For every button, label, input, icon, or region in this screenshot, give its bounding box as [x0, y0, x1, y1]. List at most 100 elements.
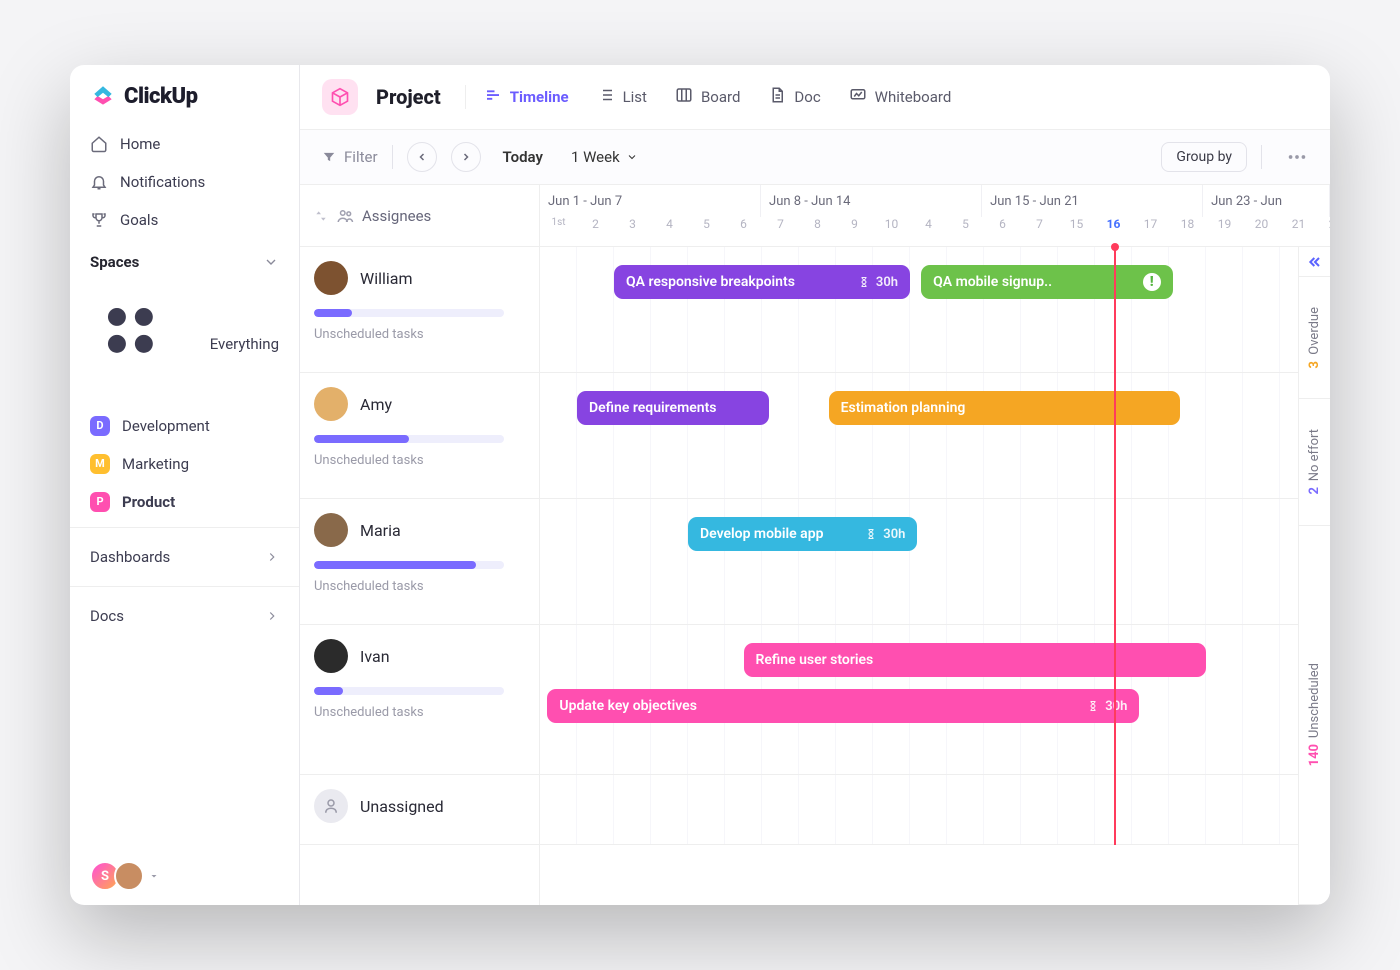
hourglass-icon	[858, 276, 870, 288]
day-header: 20	[1243, 217, 1280, 245]
nav-goals[interactable]: Goals	[70, 201, 299, 239]
task-bar[interactable]: Estimation planning	[829, 391, 1181, 425]
progress-bar	[314, 309, 504, 317]
right-rail: Overdue 3 No effort 2 Unscheduled 140	[1298, 247, 1330, 905]
clickup-logo-icon	[90, 83, 116, 109]
week-header: Jun 23 - Jun	[1203, 185, 1330, 217]
task-bar[interactable]: Define requirements	[577, 391, 769, 425]
chart-header: Jun 1 - Jun 7Jun 8 - Jun 14Jun 15 - Jun …	[540, 185, 1330, 247]
week-header: Jun 15 - Jun 21	[982, 185, 1203, 217]
day-header: 17	[1132, 217, 1169, 245]
week-header: Jun 8 - Jun 14	[761, 185, 982, 217]
assignee-column-header[interactable]: Assignees	[300, 185, 539, 247]
task-label: Estimation planning	[841, 400, 966, 416]
day-header: 9	[836, 217, 873, 245]
more-options-icon[interactable]	[1286, 146, 1308, 168]
unscheduled-label: Unscheduled tasks	[314, 327, 525, 342]
assignee-row[interactable]: AmyUnscheduled tasks	[300, 373, 539, 499]
task-label: Update key objectives	[559, 698, 697, 714]
project-title: Project	[376, 85, 441, 109]
rail-no-effort[interactable]: No effort 2	[1299, 399, 1330, 526]
avatar	[314, 639, 348, 673]
brand-logo[interactable]: ClickUp	[70, 83, 299, 125]
timeline-toolbar: Filter Today 1 Week Group by	[300, 130, 1330, 185]
sidebar-space-product[interactable]: PProduct	[70, 483, 299, 521]
day-header: 3	[614, 217, 651, 245]
unassigned-avatar-icon	[314, 789, 348, 823]
view-tab-doc[interactable]: Doc	[768, 86, 820, 108]
assignee-row[interactable]: William Unscheduled tasks	[300, 247, 539, 373]
rail-overdue[interactable]: Overdue 3	[1299, 277, 1330, 399]
unscheduled-label: Unscheduled tasks	[314, 579, 525, 594]
nav-docs[interactable]: Docs	[70, 593, 299, 639]
view-tab-timeline[interactable]: Timeline	[484, 86, 569, 108]
gantt-lane: Refine user stories Update key objectives…	[540, 625, 1330, 775]
task-bar[interactable]: QA mobile signup..!	[921, 265, 1173, 299]
assignee-row[interactable]: Maria Unscheduled tasks	[300, 499, 539, 625]
day-header: 6	[984, 217, 1021, 245]
board-icon	[675, 86, 693, 108]
rail-unscheduled[interactable]: Unscheduled 140	[1299, 526, 1330, 905]
task-bar[interactable]: Update key objectives30h	[547, 689, 1139, 723]
view-tab-board[interactable]: Board	[675, 86, 740, 108]
chevron-right-icon	[265, 550, 279, 564]
unscheduled-label: Unscheduled tasks	[314, 453, 525, 468]
space-chip-icon: P	[90, 492, 110, 512]
assignee-row[interactable]: Unassigned	[300, 775, 539, 845]
home-icon	[90, 135, 108, 153]
gantt-chart: Jun 1 - Jun 7Jun 8 - Jun 14Jun 15 - Jun …	[540, 185, 1330, 905]
next-period-button[interactable]	[451, 142, 481, 172]
task-bar[interactable]: Develop mobile app 30h	[688, 517, 917, 551]
unscheduled-label: Unscheduled tasks	[314, 705, 525, 720]
cube-icon	[330, 87, 350, 107]
spaces-header[interactable]: Spaces	[70, 239, 299, 281]
today-indicator-line	[1114, 247, 1116, 845]
day-header: 6	[725, 217, 762, 245]
brand-name: ClickUp	[124, 84, 198, 109]
task-label: QA responsive breakpoints	[626, 274, 795, 290]
day-header: 23	[1317, 217, 1330, 245]
assignee-name: William	[360, 269, 413, 288]
assignee-column: Assignees WilliamUnscheduled tasksAmyUns…	[300, 185, 540, 905]
group-by-button[interactable]: Group by	[1161, 142, 1247, 172]
view-tab-list[interactable]: List	[597, 86, 647, 108]
gantt-lane: Define requirements Estimation planning	[540, 373, 1330, 499]
task-label: Develop mobile app	[700, 526, 823, 542]
day-header: 18	[1169, 217, 1206, 245]
nav-notifications[interactable]: Notifications	[70, 163, 299, 201]
assignee-name: Maria	[360, 521, 401, 540]
view-tab-whiteboard[interactable]: Whiteboard	[849, 86, 952, 108]
day-header: 19	[1206, 217, 1243, 245]
sidebar-space-marketing[interactable]: MMarketing	[70, 445, 299, 483]
sidebar-space-development[interactable]: DDevelopment	[70, 407, 299, 445]
day-header: 21	[1280, 217, 1317, 245]
rail-collapse-button[interactable]	[1299, 247, 1330, 277]
prev-period-button[interactable]	[407, 142, 437, 172]
assignee-row[interactable]: IvanUnscheduled tasks	[300, 625, 539, 775]
nav-dashboards[interactable]: Dashboards	[70, 534, 299, 580]
task-bar[interactable]: Refine user stories	[744, 643, 1207, 677]
day-header: 7	[762, 217, 799, 245]
day-header: 8	[799, 217, 836, 245]
bell-icon	[90, 173, 108, 191]
nav-home[interactable]: Home	[70, 125, 299, 163]
task-label: Define requirements	[589, 400, 717, 416]
progress-bar	[314, 687, 504, 695]
filter-button[interactable]: Filter	[322, 148, 378, 166]
chevron-down-icon	[626, 151, 638, 163]
range-selector[interactable]: 1 Week	[571, 148, 638, 166]
task-label: QA mobile signup..	[933, 274, 1052, 290]
chevron-left-icon	[416, 151, 428, 163]
caret-down-icon	[148, 870, 160, 882]
task-bar[interactable]: QA responsive breakpoints 30h	[614, 265, 910, 299]
day-header: 16	[1095, 217, 1132, 245]
whiteboard-icon	[849, 86, 867, 108]
sidebar-item-everything[interactable]: Everything	[70, 281, 299, 407]
task-hours: 30h	[858, 275, 898, 290]
assignee-name: Unassigned	[360, 797, 444, 816]
today-button[interactable]: Today	[503, 148, 543, 166]
task-hours: 30h	[865, 527, 905, 542]
sidebar-user-stack[interactable]: S	[70, 861, 299, 891]
chevron-down-icon	[263, 254, 279, 270]
day-header: 15	[1058, 217, 1095, 245]
